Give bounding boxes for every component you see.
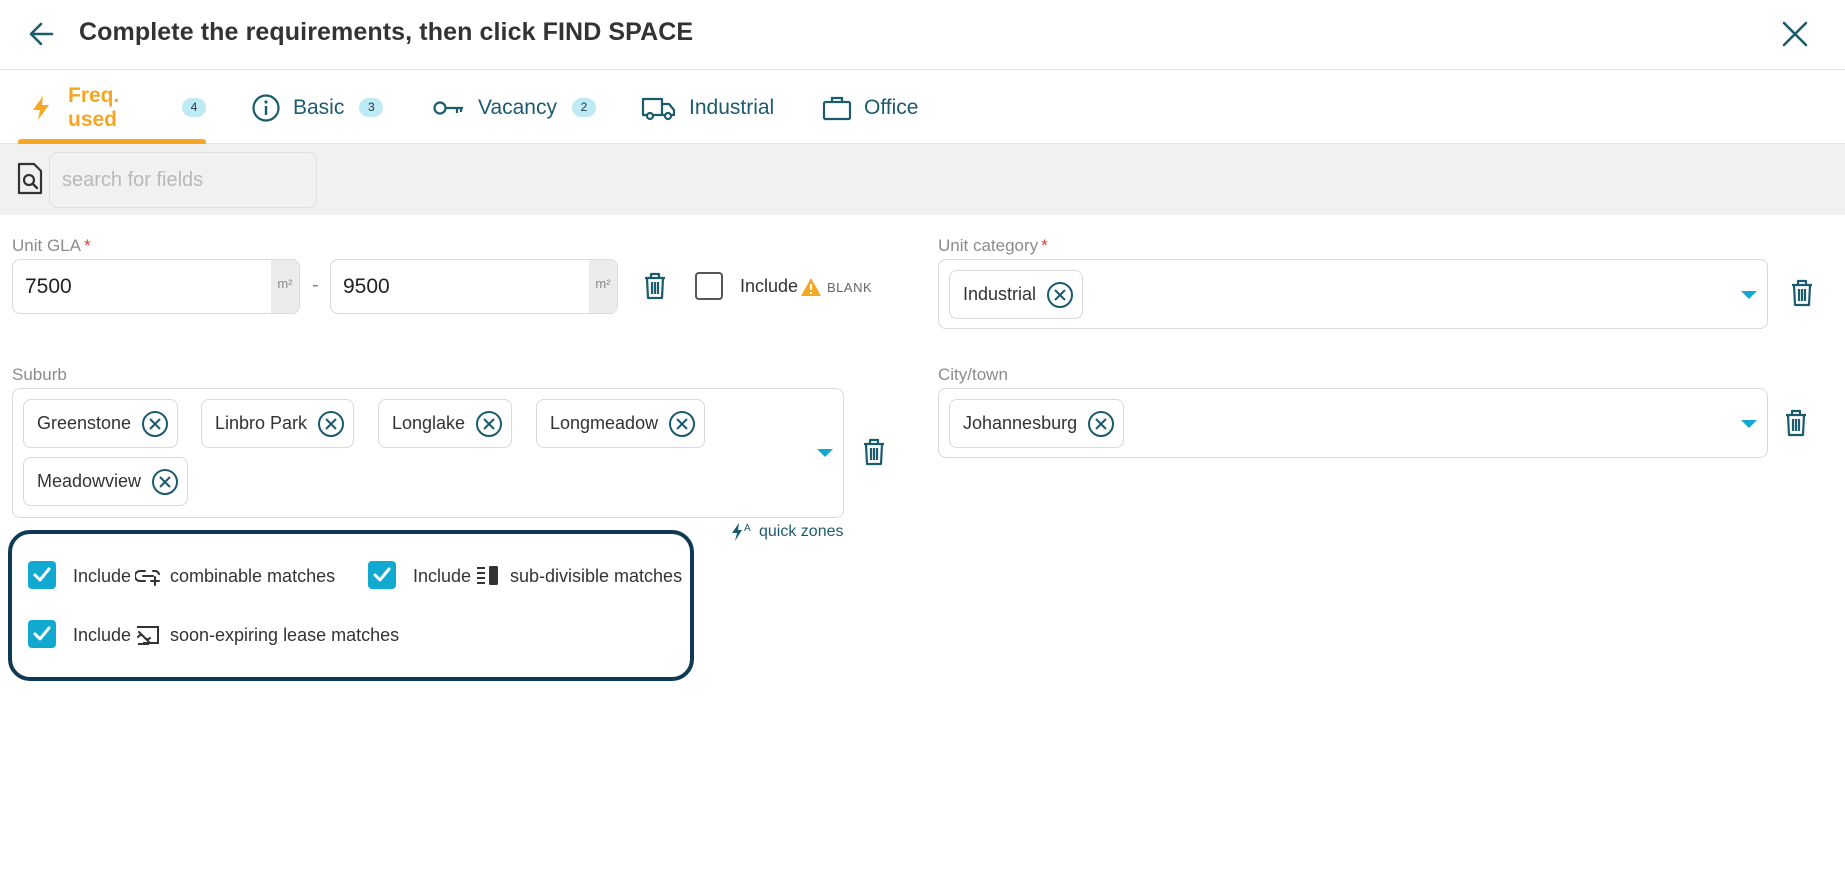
search-input[interactable] (49, 152, 317, 208)
soon-expiring-matches-label: soon-expiring lease matches (170, 625, 400, 645)
chip-label: Longlake (392, 413, 466, 433)
unit-category-select[interactable]: Industrial (938, 259, 1768, 329)
tab-freq-used[interactable]: Freq. used 4 (18, 71, 206, 144)
chevron-down-icon[interactable] (1739, 289, 1759, 301)
tab-label: Basic (293, 95, 345, 119)
combinable-matches-checkbox[interactable] (28, 561, 56, 589)
subdivisible-include-label: Include (413, 566, 472, 586)
dialog: Complete the requirements, then click FI… (0, 0, 1845, 874)
include-blank-label: Include (740, 276, 799, 296)
chip-label: Greenstone (37, 413, 132, 433)
soon-expiring-matches-checkbox[interactable] (28, 620, 56, 648)
tab-count-badge: 2 (572, 98, 596, 117)
truck-icon (641, 93, 677, 123)
remove-chip-icon[interactable] (151, 468, 179, 496)
tab-label: Industrial (689, 95, 775, 119)
combinable-include-label: Include (73, 566, 132, 586)
chip-longlake: Longlake (378, 399, 513, 448)
briefcase-icon (822, 93, 852, 123)
remove-chip-icon[interactable] (1046, 281, 1074, 309)
tab-industrial[interactable]: Industrial (641, 71, 774, 144)
trash-icon[interactable] (1782, 408, 1810, 438)
remove-chip-icon[interactable] (141, 410, 169, 438)
chevron-down-icon[interactable] (1739, 418, 1759, 430)
tab-bar: Freq. used 4 Basic 3 Vacancy 2 Industria… (0, 71, 1845, 144)
chip-linbro-park: Linbro Park (201, 399, 355, 448)
unit-gla-min-input[interactable]: 7500 m² (12, 259, 300, 314)
warning-icon (801, 278, 821, 296)
sign-expiring-icon (137, 626, 159, 645)
trash-icon[interactable] (1788, 278, 1816, 308)
chevron-down-icon[interactable] (815, 447, 835, 459)
check-icon (373, 567, 391, 582)
key-icon (432, 93, 466, 123)
unit-gla-min-value: 7500 (25, 275, 72, 298)
check-icon (33, 567, 51, 582)
city-town-select[interactable]: Johannesburg (938, 388, 1768, 458)
remove-chip-icon[interactable] (317, 410, 345, 438)
unit-suffix: m² (271, 260, 299, 313)
chip-longmeadow: Longmeadow (536, 399, 706, 448)
svg-text:A: A (744, 523, 751, 534)
tab-count-badge: 3 (359, 98, 384, 117)
chip-johannesburg: Johannesburg (949, 399, 1125, 448)
dialog-header: Complete the requirements, then click FI… (0, 0, 1845, 70)
info-icon (251, 93, 281, 123)
include-blank-checkbox[interactable] (695, 272, 723, 300)
close-icon[interactable] (1777, 16, 1813, 52)
back-arrow-icon[interactable] (24, 17, 58, 51)
unit-suffix: m² (589, 260, 617, 313)
unit-category-label: Unit category * (938, 236, 1048, 255)
unit-gla-max-input[interactable]: 9500 m² (330, 259, 618, 314)
suburb-select[interactable]: Greenstone Linbro Park Longlake Longmead… (12, 388, 844, 518)
chip-greenstone: Greenstone (23, 399, 179, 448)
chip-label: Meadowview (37, 471, 142, 491)
chip-industrial: Industrial (949, 270, 1084, 319)
subdivide-icon (477, 566, 498, 585)
page-title: Complete the requirements, then click FI… (79, 18, 694, 46)
tab-label: Vacancy (478, 95, 557, 119)
unit-gla-label: Unit GLA * (12, 236, 91, 255)
tab-office[interactable]: Office (822, 71, 918, 144)
city-town-label: City/town (938, 365, 1008, 384)
lightning-a-icon: A (732, 523, 751, 541)
chip-label: Johannesburg (963, 413, 1078, 433)
range-separator: - (312, 274, 319, 296)
soon-expiring-include-label: Include (73, 625, 132, 645)
remove-chip-icon[interactable] (475, 410, 503, 438)
quick-zones-label: quick zones (759, 523, 844, 540)
tab-label: Freq. used (68, 83, 120, 131)
chip-label: Longmeadow (550, 413, 659, 433)
subdivisible-matches-label: sub-divisible matches (510, 566, 683, 586)
suburb-label: Suburb (12, 365, 67, 384)
tab-basic[interactable]: Basic 3 (251, 71, 384, 144)
chip-label: Linbro Park (215, 413, 308, 433)
tab-vacancy[interactable]: Vacancy 2 (432, 71, 596, 144)
chip-meadowview: Meadowview (23, 457, 189, 506)
tab-label: Office (864, 95, 919, 119)
subdivisible-matches-checkbox[interactable] (368, 561, 396, 589)
combinable-matches-label: combinable matches (170, 566, 336, 586)
trash-icon[interactable] (860, 437, 888, 467)
trash-icon[interactable] (641, 271, 669, 301)
chip-label: Industrial (963, 284, 1037, 304)
lightning-icon (26, 93, 56, 123)
blank-label: BLANK (827, 280, 873, 295)
remove-chip-icon[interactable] (668, 410, 696, 438)
remove-chip-icon[interactable] (1087, 410, 1115, 438)
document-search-icon (17, 162, 43, 195)
quick-zones-link[interactable]: A quick zones (730, 522, 844, 542)
link-plus-icon (135, 570, 160, 586)
check-icon (33, 626, 51, 641)
tab-count-badge: 4 (182, 98, 206, 117)
unit-gla-max-value: 9500 (343, 275, 390, 298)
match-options-panel (8, 530, 694, 681)
